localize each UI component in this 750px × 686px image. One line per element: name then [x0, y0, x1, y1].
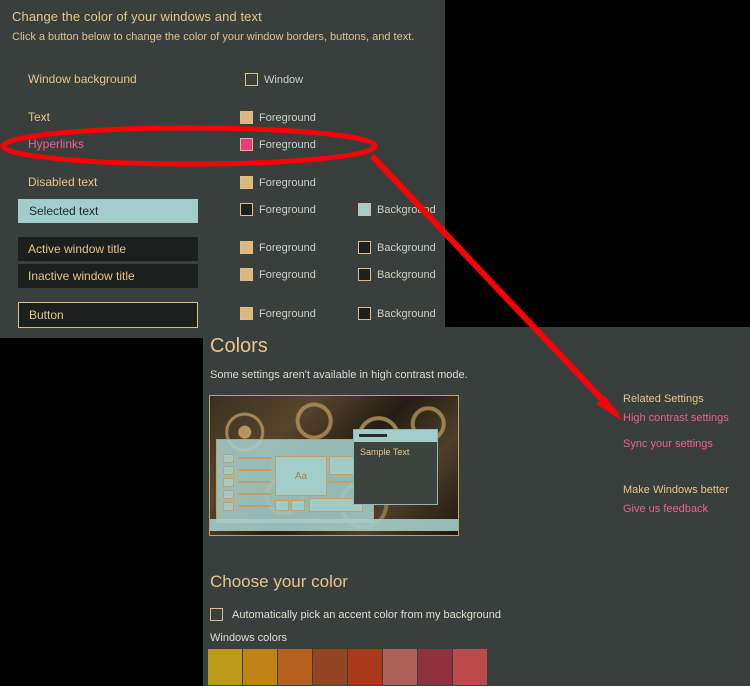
color-chip-window[interactable] — [245, 73, 258, 86]
preview-sample-window: Sample Text — [353, 429, 438, 505]
color-chip-text-foreground[interactable] — [240, 111, 253, 124]
theme-preview[interactable]: Aa Sample Text — [209, 395, 459, 536]
color-chip-inactive-background[interactable] — [358, 268, 371, 281]
color-chip-disabled-foreground[interactable] — [240, 176, 253, 189]
chip-group-button-foreground[interactable]: Foreground — [240, 307, 316, 320]
color-chip-button-foreground[interactable] — [240, 307, 253, 320]
chip-group-selected-background[interactable]: Background — [358, 203, 436, 216]
row-hyperlinks: Hyperlinks Foreground — [0, 135, 445, 159]
color-swatch-6[interactable] — [383, 649, 417, 685]
preview-sample-text: Sample Text — [360, 447, 410, 457]
color-chip-button-background[interactable] — [358, 307, 371, 320]
colors-heading: Colors — [210, 335, 268, 357]
chip-group-inactive-foreground[interactable]: Foreground — [240, 268, 316, 281]
related-settings-section: Related Settings High contrast settings … — [623, 393, 750, 529]
chip-group-active-foreground[interactable]: Foreground — [240, 241, 316, 254]
chip-label-active-foreground: Foreground — [259, 241, 316, 254]
color-swatch-7[interactable] — [418, 649, 452, 685]
chip-label-active-background: Background — [377, 241, 436, 254]
row-window-background: Window background Window — [0, 70, 445, 94]
high-contrast-panel: Change the color of your windows and tex… — [0, 0, 445, 328]
color-chip-selected-foreground[interactable] — [240, 203, 253, 216]
chip-label-selected-foreground: Foreground — [259, 203, 316, 216]
chip-label-inactive-foreground: Foreground — [259, 268, 316, 281]
chip-group-disabled-foreground[interactable]: Foreground — [240, 176, 316, 189]
auto-accent-checkbox[interactable] — [210, 608, 223, 621]
related-settings-heading: Related Settings — [623, 393, 704, 405]
link-high-contrast-settings[interactable]: High contrast settings — [623, 412, 750, 424]
chip-label-button-foreground: Foreground — [259, 307, 316, 320]
chip-label-hyperlinks-foreground: Foreground — [259, 138, 316, 151]
chip-label-disabled-foreground: Foreground — [259, 176, 316, 189]
auto-accent-label: Automatically pick an accent color from … — [232, 608, 502, 621]
preview-explorer-window: Aa — [216, 439, 374, 523]
chip-group-window[interactable]: Window — [245, 73, 303, 86]
color-chip-active-foreground[interactable] — [240, 241, 253, 254]
choose-your-color-heading: Choose your color — [210, 572, 348, 591]
black-region-bottom-left — [0, 338, 203, 686]
color-swatch-1[interactable] — [208, 649, 242, 685]
chip-group-selected-foreground[interactable]: Foreground — [240, 203, 316, 216]
chip-group-hyperlinks-foreground[interactable]: Foreground — [240, 138, 316, 151]
chip-label-inactive-background: Background — [377, 268, 436, 281]
preview-window-titlebar — [354, 430, 437, 442]
row-label-window-background: Window background — [28, 72, 137, 86]
chip-label-selected-background: Background — [377, 203, 436, 216]
colors-settings-page: Colors Some settings aren't available in… — [203, 327, 750, 686]
row-label-hyperlinks: Hyperlinks — [28, 137, 85, 151]
link-give-us-feedback[interactable]: Give us feedback — [623, 503, 750, 515]
color-swatch-3[interactable] — [278, 649, 312, 685]
color-chip-active-background[interactable] — [358, 241, 371, 254]
panel-title: Change the color of your windows and tex… — [12, 9, 262, 24]
preview-titlebar-accent — [359, 434, 387, 437]
color-chip-selected-background[interactable] — [358, 203, 371, 216]
preview-taskbar — [210, 519, 458, 531]
color-chip-inactive-foreground[interactable] — [240, 268, 253, 281]
colors-note: Some settings aren't available in high c… — [210, 369, 468, 381]
row-label-disabled-text: Disabled text — [28, 175, 98, 189]
color-swatch-4[interactable] — [313, 649, 347, 685]
chip-label-button-background: Background — [377, 307, 436, 320]
row-inactive-window-title: Foreground Background — [0, 265, 445, 289]
color-chip-hyperlinks-foreground[interactable] — [240, 138, 253, 151]
chip-group-button-background[interactable]: Background — [358, 307, 436, 320]
color-swatch-8[interactable] — [453, 649, 487, 685]
color-swatch-2[interactable] — [243, 649, 277, 685]
windows-colors-label: Windows colors — [210, 632, 288, 644]
windows-color-swatch-grid[interactable] — [208, 649, 487, 685]
panel-subtitle: Click a button below to change the color… — [12, 31, 415, 43]
row-text: Text Foreground — [0, 108, 445, 132]
row-selected-text: Foreground Background — [0, 200, 445, 224]
make-windows-better-heading: Make Windows better — [623, 484, 729, 496]
chip-label-text-foreground: Foreground — [259, 111, 316, 124]
link-sync-your-settings[interactable]: Sync your settings — [623, 438, 750, 450]
preview-aa-label: Aa — [275, 456, 327, 496]
auto-accent-checkbox-row[interactable]: Automatically pick an accent color from … — [210, 608, 501, 621]
chip-group-inactive-background[interactable]: Background — [358, 268, 436, 281]
color-swatch-5[interactable] — [348, 649, 382, 685]
row-disabled-text: Disabled text Foreground — [0, 173, 445, 197]
row-label-text: Text — [28, 110, 51, 124]
chip-group-text-foreground[interactable]: Foreground — [240, 111, 316, 124]
row-active-window-title: Foreground Background — [0, 238, 445, 262]
black-region-top-right — [445, 0, 750, 327]
chip-group-active-background[interactable]: Background — [358, 241, 436, 254]
chip-label-window: Window — [264, 73, 304, 86]
row-button: Foreground Background — [0, 304, 445, 328]
